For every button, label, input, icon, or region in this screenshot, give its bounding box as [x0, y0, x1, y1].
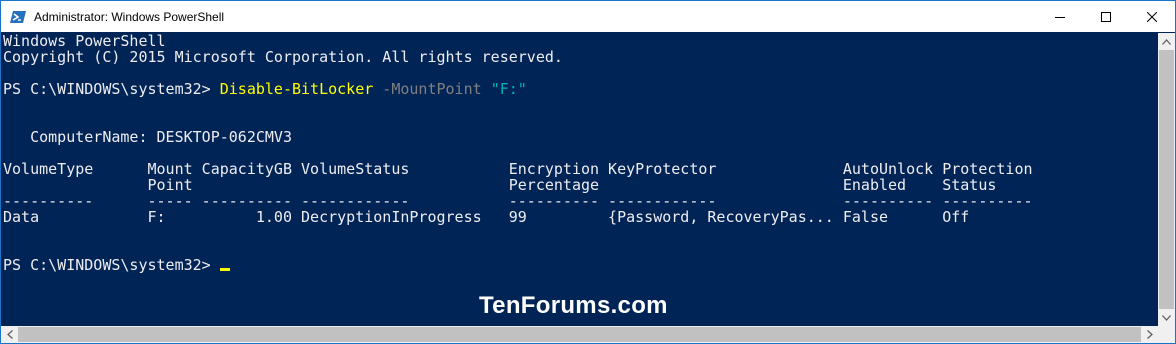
maximize-button[interactable]	[1083, 1, 1129, 32]
vertical-scrollbar[interactable]	[1158, 33, 1175, 326]
window-title: Administrator: Windows PowerShell	[34, 9, 225, 24]
minimize-button[interactable]	[1037, 1, 1083, 32]
close-button[interactable]	[1129, 1, 1175, 32]
scroll-left-button[interactable]	[1, 326, 18, 343]
minimize-icon	[1055, 16, 1065, 18]
table-row: Data F: 1.00 DecryptionInProgress 99 {Pa…	[3, 208, 970, 226]
parameter-name: -MountPoint	[373, 80, 491, 98]
chevron-down-icon	[1162, 314, 1171, 321]
cmdlet-name: Disable-BitLocker	[219, 80, 374, 98]
text-cursor	[219, 268, 230, 271]
prompt: PS C:\WINDOWS\system32>	[3, 80, 220, 98]
computer-name-line: ComputerName: DESKTOP-062CMV3	[3, 128, 292, 146]
command-line: PS C:\WINDOWS\system32> Disable-BitLocke…	[3, 81, 527, 97]
prompt: PS C:\WINDOWS\system32>	[3, 256, 220, 274]
chevron-up-icon	[1162, 38, 1171, 45]
scroll-up-button[interactable]	[1158, 33, 1175, 50]
parameter-value: "F:"	[490, 80, 527, 98]
horizontal-scroll-thumb[interactable]	[18, 327, 1141, 342]
horizontal-scrollbar[interactable]	[1, 326, 1158, 343]
table-header-row1: VolumeType Mount CapacityGB VolumeStatus…	[3, 160, 1033, 178]
console-output[interactable]: Windows PowerShell Copyright (C) 2015 Mi…	[1, 33, 1158, 323]
chevron-right-icon	[1146, 330, 1153, 339]
title-bar[interactable]: Administrator: Windows PowerShell	[1, 1, 1175, 32]
chevron-left-icon	[6, 330, 13, 339]
banner-line: Windows PowerShell	[3, 33, 166, 50]
powershell-icon	[10, 9, 26, 25]
table-header-row2: Point Percentage Enabled Status	[3, 176, 997, 194]
table-separator: ---------- ----- ---------- ------------…	[3, 192, 1033, 210]
window-controls	[1037, 1, 1175, 32]
vertical-scroll-thumb[interactable]	[1159, 50, 1174, 309]
maximize-icon	[1101, 11, 1111, 22]
scrollbar-corner	[1158, 326, 1175, 343]
powershell-window: Administrator: Windows PowerShell Window…	[0, 0, 1176, 344]
watermark: TenForums.com	[479, 292, 668, 319]
close-icon	[1147, 11, 1157, 22]
scroll-down-button[interactable]	[1158, 309, 1175, 326]
prompt-line: PS C:\WINDOWS\system32>	[3, 257, 230, 273]
scroll-right-button[interactable]	[1141, 326, 1158, 343]
copyright-line: Copyright (C) 2015 Microsoft Corporation…	[3, 48, 563, 66]
